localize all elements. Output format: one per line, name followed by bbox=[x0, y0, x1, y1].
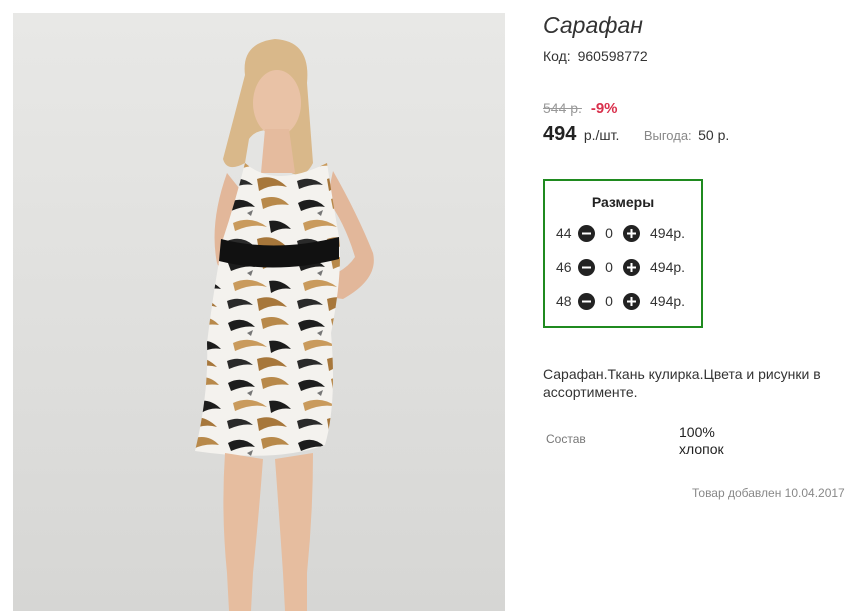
quantity-value[interactable]: 0 bbox=[595, 293, 623, 309]
profit-label: Выгода: bbox=[643, 128, 692, 143]
product-code-label: Код: bbox=[543, 48, 571, 64]
spec-value: 100% хлопок bbox=[679, 424, 724, 457]
size-price: 494р. bbox=[650, 259, 686, 275]
size-label: 44 bbox=[556, 225, 572, 241]
product-code-value: 960598772 bbox=[577, 48, 648, 64]
quantity-value[interactable]: 0 bbox=[595, 225, 623, 241]
size-row-46: 46 0 494р. bbox=[556, 257, 685, 277]
price-row: 494 р./шт. Выгода: 50 р. bbox=[543, 123, 729, 146]
minus-circle-icon[interactable] bbox=[578, 224, 595, 242]
size-price: 494р. bbox=[650, 225, 686, 241]
current-price: 494 bbox=[543, 123, 577, 145]
old-price-row: 544 р. -9% bbox=[543, 100, 618, 117]
size-row-44: 44 0 494р. bbox=[556, 223, 685, 243]
quantity-value[interactable]: 0 bbox=[595, 259, 623, 275]
product-code: Код: 960598772 bbox=[543, 48, 648, 64]
discount-badge: -9% bbox=[590, 100, 618, 117]
added-date: Товар добавлен 10.04.2017 bbox=[692, 486, 845, 500]
profit-value: 50 р. bbox=[698, 127, 730, 143]
old-price: 544 р. bbox=[543, 100, 582, 116]
spec-label: Состав bbox=[546, 432, 586, 446]
sizes-panel: Размеры 44 0 494р. 46 0 494р. 48 0 494р. bbox=[543, 179, 703, 328]
product-image bbox=[195, 39, 374, 611]
plus-circle-icon[interactable] bbox=[623, 224, 640, 242]
plus-circle-icon[interactable] bbox=[623, 258, 640, 276]
size-label: 48 bbox=[556, 293, 572, 309]
sizes-title: Размеры bbox=[591, 194, 655, 210]
size-row-48: 48 0 494р. bbox=[556, 291, 685, 311]
product-description: Сарафан.Ткань кулирка.Цвета и рисунки в … bbox=[543, 366, 821, 400]
plus-circle-icon[interactable] bbox=[623, 292, 640, 310]
size-label: 46 bbox=[556, 259, 572, 275]
minus-circle-icon[interactable] bbox=[578, 292, 595, 310]
product-title: Сарафан bbox=[543, 12, 643, 38]
minus-circle-icon[interactable] bbox=[578, 258, 595, 276]
product-photo[interactable] bbox=[13, 13, 505, 611]
price-unit: р./шт. bbox=[583, 127, 620, 143]
size-price: 494р. bbox=[650, 293, 686, 309]
